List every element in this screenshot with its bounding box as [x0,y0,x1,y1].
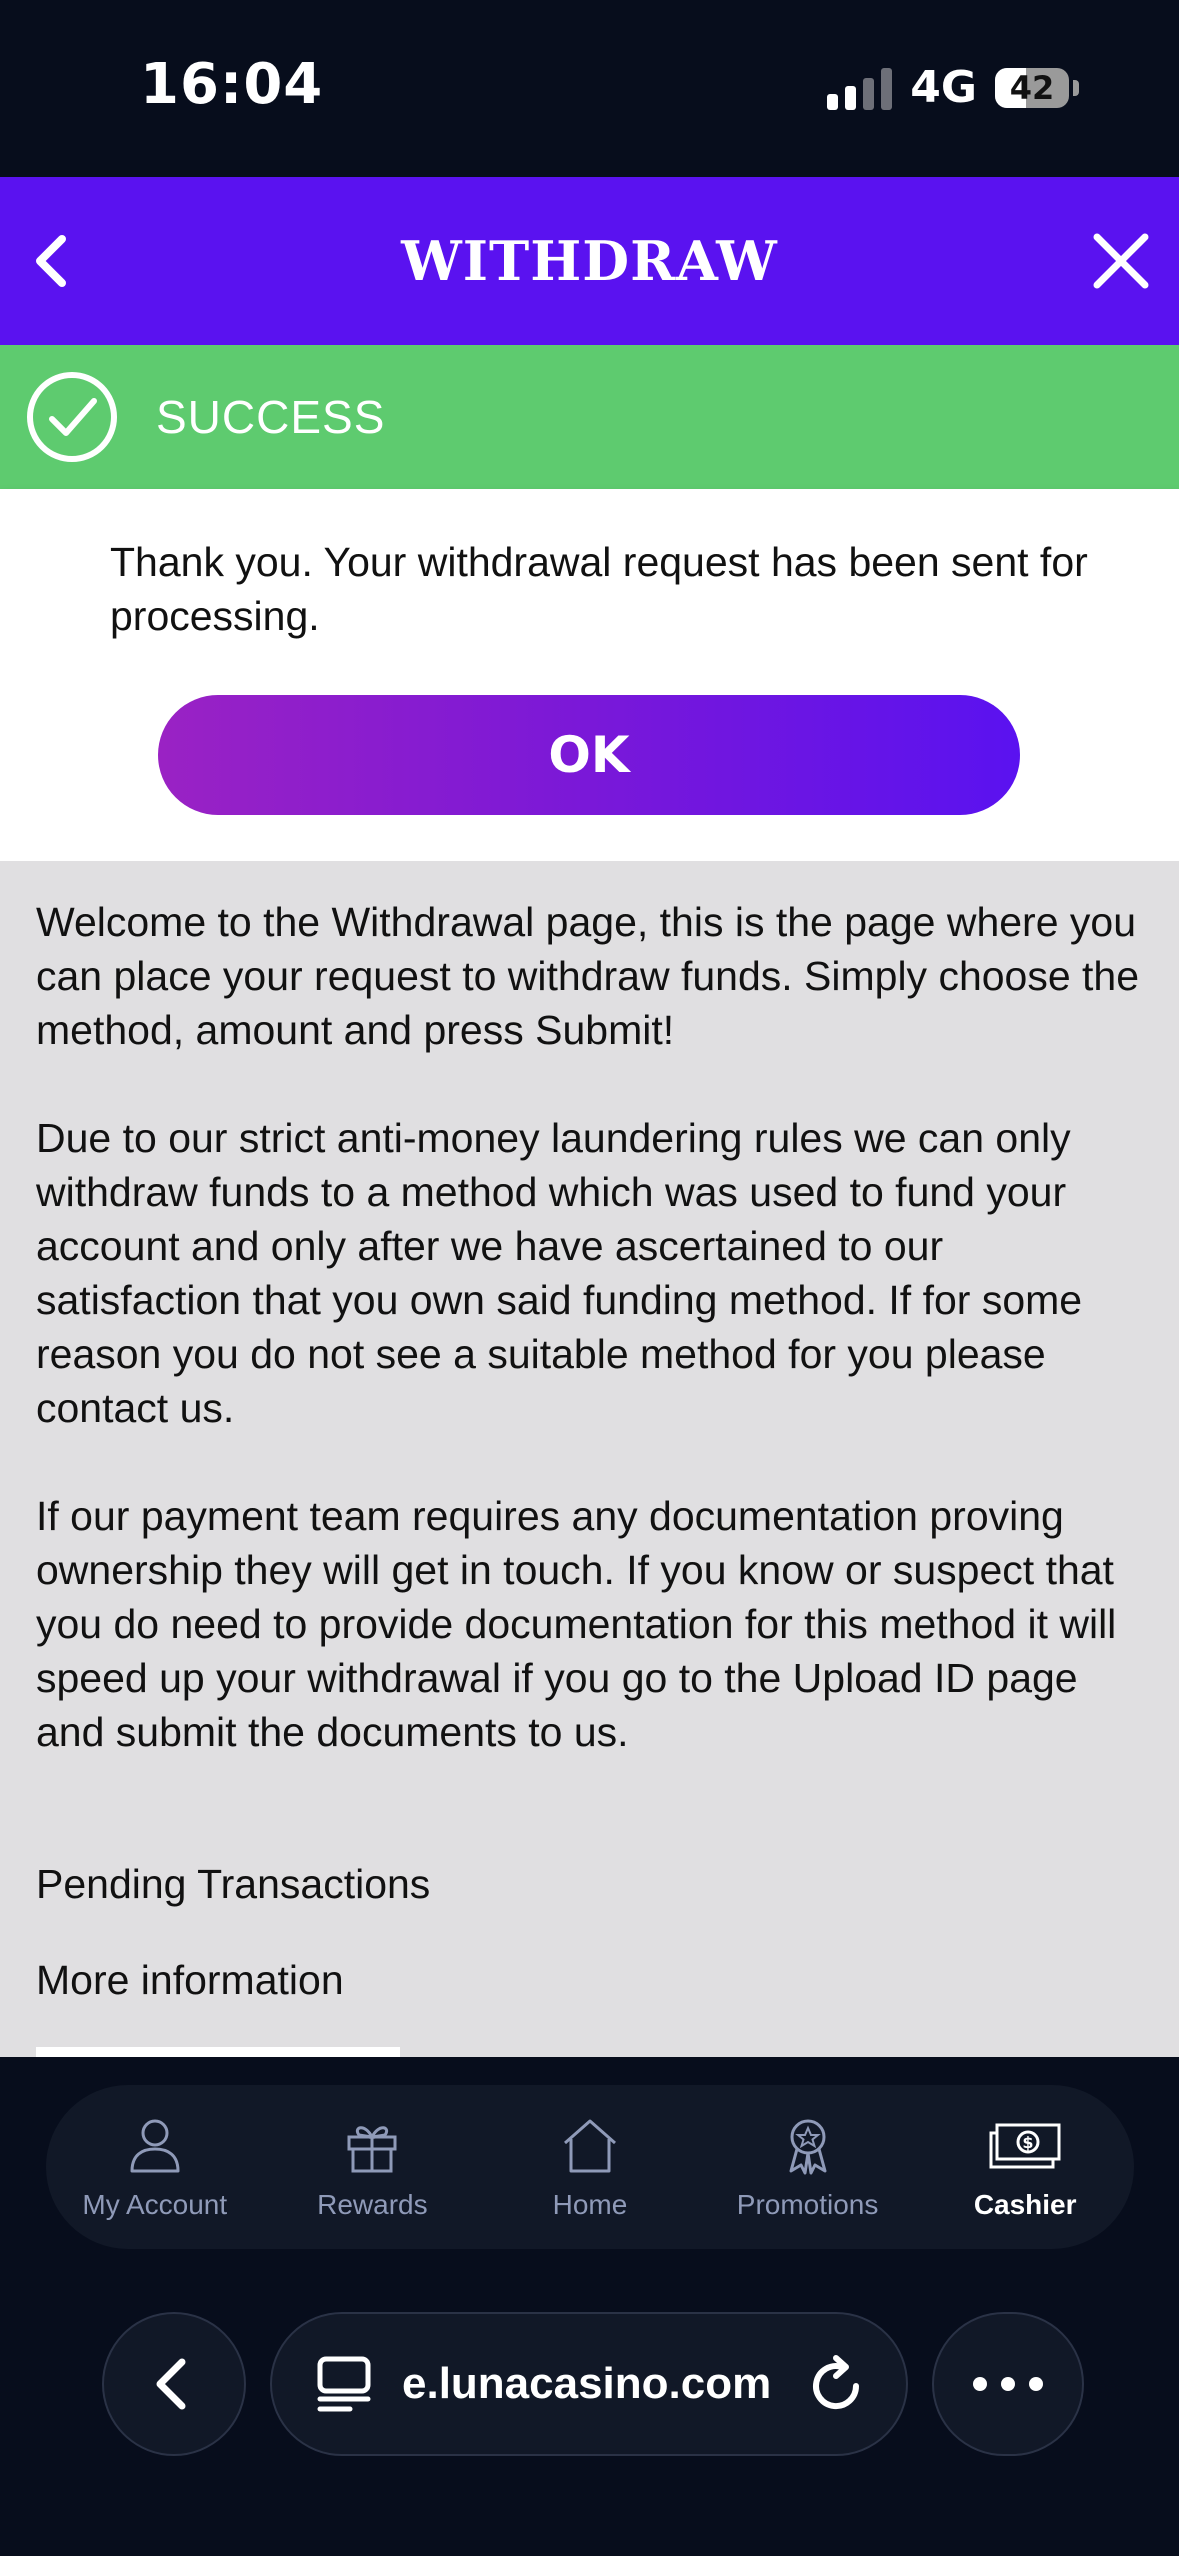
nav-item-cashier[interactable]: $ Cashier [925,2113,1125,2221]
browser-more-button[interactable] [932,2312,1084,2456]
pending-transactions-link[interactable]: Pending Transactions [36,1861,430,1908]
more-dot [973,2377,987,2391]
browser-back-button[interactable] [102,2312,246,2456]
bottom-area: My Account Rewards Home Promotions $ Cas… [0,2057,1179,2556]
nav-label: My Account [82,2189,228,2220]
chevron-left-icon [156,2358,186,2410]
signal-icon [827,66,893,110]
svg-text:$: $ [1023,2133,1034,2152]
award-icon [789,2119,827,2175]
battery-tip [1073,79,1079,96]
more-dot [1001,2377,1015,2391]
more-dot [1029,2377,1043,2391]
partial-element [36,2047,400,2057]
nav-item-home[interactable]: Home [490,2113,690,2221]
url-text: e.lunacasino.com [402,2359,772,2408]
user-icon [130,2119,180,2173]
intro-paragraph: Welcome to the Withdrawal page, this is … [36,899,1140,1053]
page-title: WITHDRAW [401,229,778,293]
nav-item-rewards[interactable]: Rewards [272,2113,472,2221]
home-icon [563,2119,616,2173]
nav-label: Home [552,2189,628,2220]
header: WITHDRAW [0,177,1179,345]
success-label: SUCCESS [156,391,386,443]
success-banner: SUCCESS [0,345,1179,489]
page: 16:04 4G 42 WITHDRAW SUCCESS Thank you. … [0,0,1179,2556]
tabs-icon [317,2356,371,2412]
content-area: Welcome to the Withdrawal page, this is … [0,861,1179,2057]
nav-label: Promotions [736,2189,879,2220]
nav-label: Rewards [317,2189,428,2220]
bottom-nav: My Account Rewards Home Promotions $ Cas… [46,2085,1134,2249]
status-time: 16:04 [140,52,324,117]
close-icon[interactable] [1085,225,1157,297]
reload-icon[interactable] [804,2354,868,2418]
ok-button[interactable]: OK [158,695,1020,815]
battery-level: 42 [1009,68,1055,107]
more-information-link[interactable]: More information [36,1957,344,2004]
address-bar[interactable]: e.lunacasino.com [270,2312,908,2456]
check-circle-icon [27,372,117,462]
documentation-paragraph: If our payment team requires any documen… [36,1493,1117,1755]
nav-label: Cashier [973,2189,1077,2220]
cash-icon: $ [989,2123,1061,2169]
status-indicators: 4G 42 [827,62,1079,113]
network-label: 4G [910,62,977,113]
status-bar: 16:04 4G 42 [0,0,1179,177]
nav-item-my-account[interactable]: My Account [55,2113,255,2221]
battery-icon: 42 [995,67,1069,108]
message-panel: Thank you. Your withdrawal request has b… [0,489,1179,861]
nav-item-promotions[interactable]: Promotions [708,2113,908,2221]
message-text: Thank you. Your withdrawal request has b… [110,539,1088,639]
aml-paragraph: Due to our strict anti-money laundering … [36,1115,1083,1431]
gift-icon [347,2126,397,2173]
